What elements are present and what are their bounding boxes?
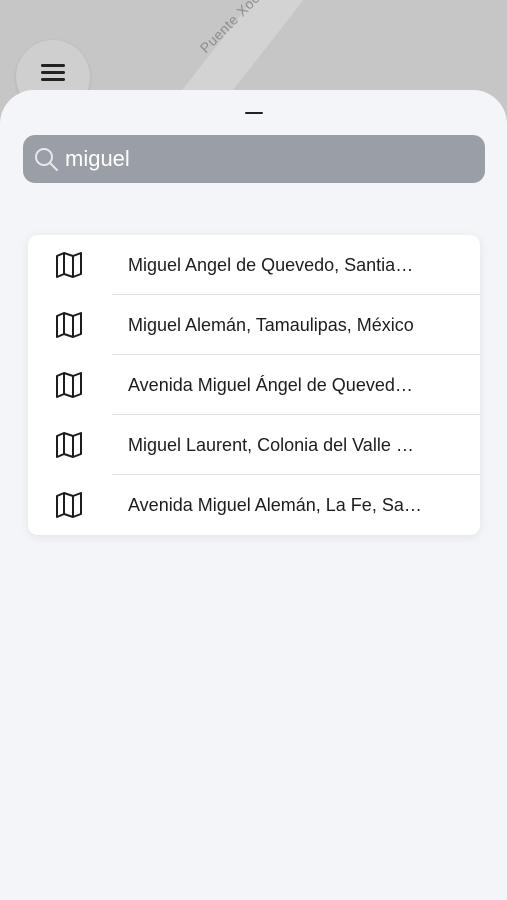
search-result-item[interactable]: Miguel Alemán, Tamaulipas, México — [28, 295, 480, 355]
search-icon — [35, 148, 58, 171]
result-label: Avenida Miguel Alemán, La Fe, Sa… — [128, 495, 422, 515]
result-label: Miguel Laurent, Colonia del Valle … — [128, 435, 414, 455]
search-input[interactable] — [63, 139, 463, 179]
hamburger-icon — [41, 64, 65, 82]
map-icon — [56, 372, 82, 398]
search-results-list: Miguel Angel de Quevedo, Santia… Miguel … — [28, 235, 480, 535]
search-bar[interactable] — [23, 135, 485, 183]
result-label: Avenida Miguel Ángel de Queved… — [128, 375, 413, 395]
search-result-item[interactable]: Avenida Miguel Alemán, La Fe, Sa… — [28, 475, 480, 535]
map-icon — [56, 492, 82, 518]
result-label: Miguel Angel de Quevedo, Santia… — [128, 255, 414, 275]
map-icon — [56, 432, 82, 458]
result-label: Miguel Alemán, Tamaulipas, México — [128, 315, 414, 335]
sheet-drag-handle[interactable] — [245, 112, 263, 114]
search-result-item[interactable]: Miguel Laurent, Colonia del Valle … — [28, 415, 480, 475]
map-icon — [56, 252, 82, 278]
search-result-item[interactable]: Miguel Angel de Quevedo, Santia… — [28, 235, 480, 295]
search-sheet: Miguel Angel de Quevedo, Santia… Miguel … — [0, 90, 507, 900]
map-icon — [56, 312, 82, 338]
search-result-item[interactable]: Avenida Miguel Ángel de Queved… — [28, 355, 480, 415]
